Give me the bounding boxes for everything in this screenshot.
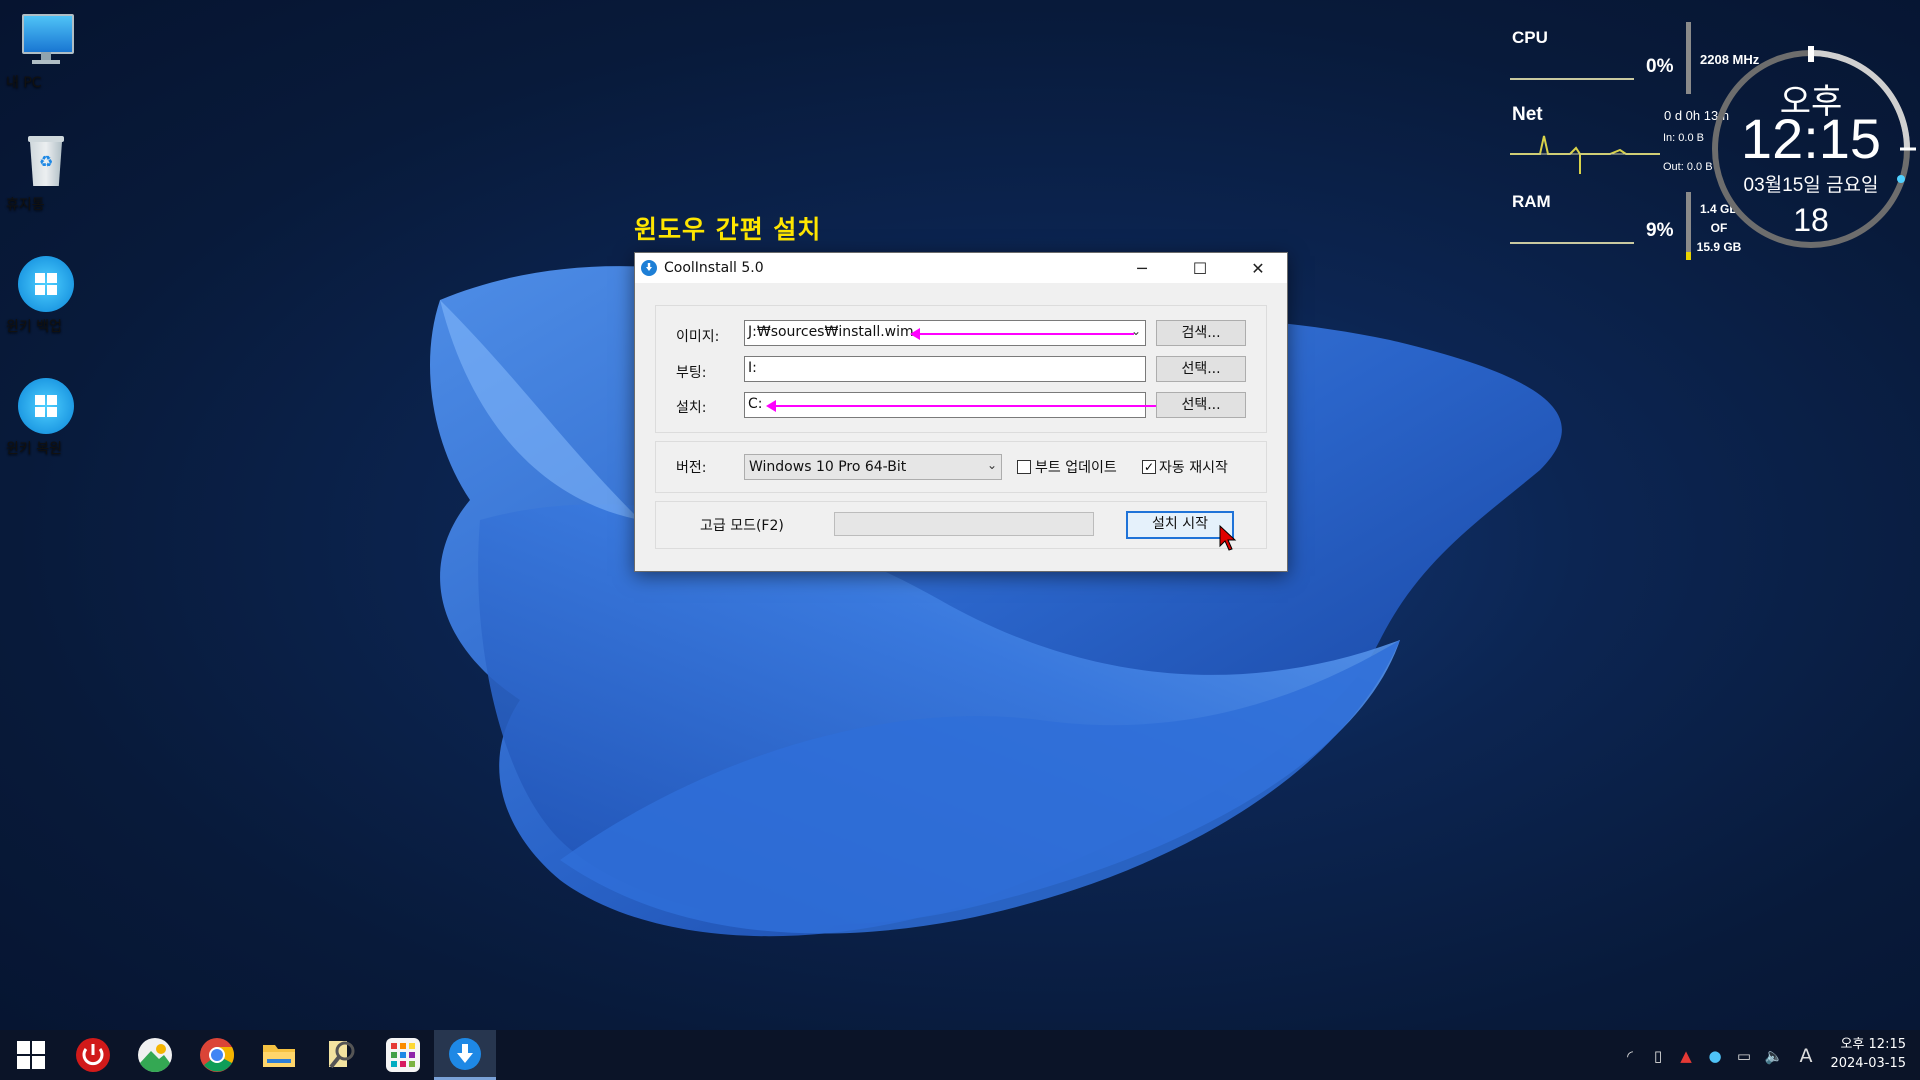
minimize-button[interactable]: ─ — [1113, 253, 1171, 283]
desktop-icon-label: 윈키 복원 — [6, 441, 62, 457]
taskbar-chrome[interactable] — [186, 1030, 248, 1080]
volume-icon[interactable]: 🔈 — [1764, 1046, 1784, 1066]
install-select-button[interactable]: 선택... — [1156, 392, 1246, 418]
photos-icon — [138, 1038, 172, 1072]
windows-logo-icon — [18, 378, 74, 434]
download-icon — [449, 1037, 481, 1070]
clock-time: 12:15 — [1740, 107, 1882, 170]
taskbar-app-grid[interactable] — [372, 1030, 434, 1080]
taskbar-coolinstall[interactable] — [434, 1030, 496, 1080]
coolinstall-window: CoolInstall 5.0 ─ ☐ ✕ 이미지: J:₩sources₩in… — [634, 252, 1288, 572]
windows-logo-icon — [17, 1041, 45, 1069]
desktop-icon-winkey-backup[interactable]: 윈키 백업 — [6, 256, 86, 335]
title-bar[interactable]: CoolInstall 5.0 ─ ☐ ✕ — [635, 253, 1287, 283]
clock-seconds: 18 — [1793, 202, 1829, 238]
folder-icon — [263, 1045, 295, 1067]
power-icon — [76, 1038, 110, 1072]
taskbar: ◜ ▯ ▲ ● ▭ 🔈 A 오후 12:15 2024-03-15 — [0, 1030, 1920, 1080]
action-group: 고급 모드(F2) 설치 시작 — [655, 501, 1267, 551]
app-grid-icon — [386, 1038, 420, 1072]
desktop-icon-my-pc[interactable]: 내 PC — [6, 12, 86, 91]
ram-label: RAM — [1512, 192, 1551, 211]
desktop-heading: 윈도우 간편 설치 — [634, 215, 822, 244]
tray-time: 오후 12:15 — [1840, 1037, 1906, 1052]
auto-restart-label: 자동 재시작 — [1159, 460, 1228, 476]
version-label: 버전: — [676, 460, 707, 476]
boot-update-label: 부트 업데이트 — [1035, 460, 1117, 476]
monitor-icon — [18, 12, 74, 68]
ram-percent: 9% — [1646, 220, 1674, 241]
app-tray-icon[interactable]: ▲ — [1676, 1046, 1696, 1066]
mouse-cursor-icon — [1219, 524, 1237, 551]
tray-date: 2024-03-15 — [1830, 1056, 1906, 1071]
magnifier-document-icon — [329, 1041, 355, 1069]
image-label: 이미지: — [676, 329, 720, 345]
search-button[interactable]: 검색... — [1156, 320, 1246, 346]
auto-restart-checkbox[interactable]: ✓ — [1142, 460, 1156, 474]
cpu-graph — [1510, 78, 1634, 80]
progress-bar — [834, 512, 1094, 536]
desktop-icon-label: 내 PC — [6, 75, 42, 91]
version-group: 버전: Windows 10 Pro 64-Bit ⌄ 부트 업데이트 ✓ 자동… — [655, 441, 1267, 493]
cpu-label: CPU — [1512, 28, 1548, 47]
chrome-icon — [200, 1038, 234, 1072]
desktop-icon-label: 윈키 백업 — [6, 319, 62, 335]
chevron-down-icon: ⌄ — [1130, 324, 1141, 338]
boot-select-button[interactable]: 선택... — [1156, 356, 1246, 382]
taskbar-photos[interactable] — [124, 1030, 186, 1080]
ram-bar — [1686, 192, 1691, 260]
desktop-icon-label: 휴지통 — [6, 197, 45, 213]
taskbar-search-tool[interactable] — [310, 1030, 372, 1080]
ime-indicator[interactable]: A — [1796, 1046, 1816, 1066]
close-button[interactable]: ✕ — [1229, 253, 1287, 283]
recycle-bin-icon: ♻ — [18, 134, 74, 190]
path-group: 이미지: J:₩sources₩install.wim ⌄ 검색... 부팅: … — [655, 305, 1267, 433]
start-button[interactable] — [0, 1030, 62, 1080]
desktop-icon-winkey-restore[interactable]: 윈키 복원 — [6, 378, 86, 457]
net-label: Net — [1512, 104, 1543, 125]
install-label: 설치: — [676, 400, 707, 416]
ram-graph — [1510, 242, 1634, 244]
net-in: In: 0.0 B — [1663, 132, 1704, 144]
windows-logo-icon — [18, 256, 74, 312]
app-download-icon — [641, 260, 657, 276]
network-icon[interactable]: ◜ — [1620, 1046, 1640, 1066]
desktop-icon-recycle-bin[interactable]: ♻ 휴지통 — [6, 134, 86, 213]
battery-icon[interactable]: ▭ — [1734, 1046, 1754, 1066]
annotation-arrow — [910, 328, 1134, 340]
window-title: CoolInstall 5.0 — [664, 260, 764, 276]
taskbar-file-explorer[interactable] — [248, 1030, 310, 1080]
cpu-bar — [1686, 22, 1691, 94]
boot-drive-field[interactable]: I: — [744, 356, 1146, 382]
clock-date: 03월15일 금요일 — [1743, 175, 1879, 196]
advanced-mode-label[interactable]: 고급 모드(F2) — [700, 515, 784, 535]
ram-bar-fill — [1686, 252, 1691, 260]
taskbar-power[interactable] — [62, 1030, 124, 1080]
net-graph — [1510, 135, 1660, 174]
usb-icon[interactable]: ▯ — [1648, 1046, 1668, 1066]
system-monitor-gadget: CPU 0% 2208 MHz Net 0 d 0h 13m In: 0.0 B… — [1480, 0, 1920, 260]
tray-clock[interactable]: 오후 12:15 2024-03-15 — [1830, 1035, 1906, 1073]
boot-update-checkbox[interactable] — [1017, 460, 1031, 474]
version-select[interactable]: Windows 10 Pro 64-Bit ⌄ — [744, 454, 1002, 480]
chevron-down-icon: ⌄ — [986, 458, 997, 472]
drop-icon[interactable]: ● — [1705, 1046, 1725, 1066]
annotation-arrow — [766, 400, 1174, 412]
maximize-button[interactable]: ☐ — [1171, 253, 1229, 283]
boot-label: 부팅: — [676, 365, 707, 381]
cpu-percent: 0% — [1646, 56, 1674, 77]
